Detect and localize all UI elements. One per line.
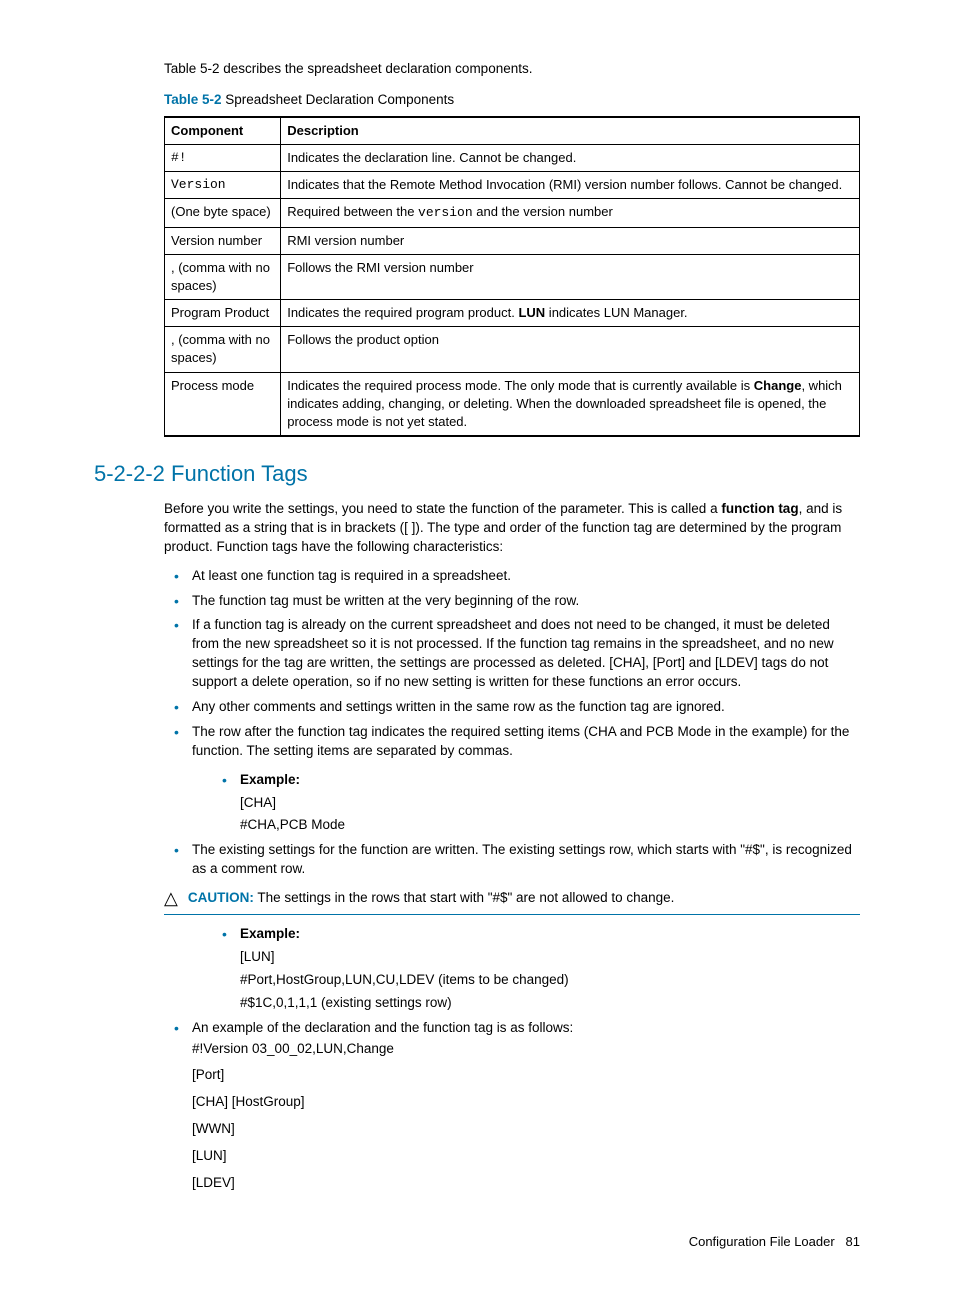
example-line: [LUN] [240,948,860,967]
table-row: (One byte space)Required between the ver… [165,199,860,227]
th-component: Component [165,117,281,145]
cell-description: Follows the product option [281,327,860,372]
caution-text: CAUTION: The settings in the rows that s… [188,889,675,908]
table-row: Program ProductIndicates the required pr… [165,300,860,327]
table-caption: Table 5-2 Spreadsheet Declaration Compon… [164,91,860,110]
section-intro: Before you write the settings, you need … [164,500,860,557]
decl-line: #!Version 03_00_02,LUN,Change [192,1040,860,1059]
list-item: Any other comments and settings written … [192,698,860,717]
cell-description: Required between the version and the ver… [281,199,860,227]
cell-component: , (comma with no spaces) [165,327,281,372]
cell-description: Indicates the required program product. … [281,300,860,327]
decl-line: [CHA] [HostGroup] [192,1093,860,1112]
cell-component: (One byte space) [165,199,281,227]
table-row: , (comma with no spaces)Follows the RMI … [165,254,860,299]
cell-component: #! [165,144,281,171]
page-footer: Configuration File Loader 81 [94,1233,860,1251]
example-line: #Port,HostGroup,LUN,CU,LDEV (items to be… [240,971,860,990]
cell-component: Program Product [165,300,281,327]
decl-line: [LUN] [192,1147,860,1166]
example-line: #CHA,PCB Mode [240,816,860,835]
list-item: The row after the function tag indicates… [192,723,860,761]
bullet-existing: The existing settings for the function a… [192,841,860,879]
table-ref: Table 5-2 [164,92,222,107]
decl-line: [WWN] [192,1120,860,1139]
decl-line: [Port] [192,1066,860,1085]
bullet-decl: An example of the declaration and the fu… [192,1019,860,1193]
decl-line: [LDEV] [192,1174,860,1193]
table-row: #!Indicates the declaration line. Cannot… [165,144,860,171]
cell-description: RMI version number [281,227,860,254]
table-row: Version numberRMI version number [165,227,860,254]
example-2-wrap: Example: [LUN]#Port,HostGroup,LUN,CU,LDE… [212,925,860,1013]
example-1-wrap: Example: [CHA]#CHA,PCB Mode [212,771,860,836]
example-line: #$1C,0,1,1,1 (existing settings row) [240,994,860,1013]
example-line: [CHA] [240,794,860,813]
list-item: The function tag must be written at the … [192,592,860,611]
cell-description: Follows the RMI version number [281,254,860,299]
cell-component: , (comma with no spaces) [165,254,281,299]
example-1: Example: [CHA]#CHA,PCB Mode [240,771,860,836]
cell-component: Process mode [165,372,281,436]
list-item: If a function tag is already on the curr… [192,616,860,692]
cell-component: Version [165,172,281,199]
table-row: , (comma with no spaces)Follows the prod… [165,327,860,372]
intro-text: Table 5-2 describes the spreadsheet decl… [164,60,860,79]
table-row: VersionIndicates that the Remote Method … [165,172,860,199]
table-row: Process modeIndicates the required proce… [165,372,860,436]
cell-description: Indicates that the Remote Method Invocat… [281,172,860,199]
components-table: Component Description #!Indicates the de… [164,116,860,437]
example-2: Example: [LUN]#Port,HostGroup,LUN,CU,LDE… [240,925,860,1013]
bullet-list-1: At least one function tag is required in… [164,567,860,761]
cell-description: Indicates the required process mode. The… [281,372,860,436]
caution-box: △ CAUTION: The settings in the rows that… [164,889,860,915]
caution-icon: △ [164,889,178,907]
th-description: Description [281,117,860,145]
cell-description: Indicates the declaration line. Cannot b… [281,144,860,171]
section-heading: 5-2-2-2 Function Tags [94,459,860,490]
bullet-list-2: The existing settings for the function a… [164,841,860,879]
table-title: Spreadsheet Declaration Components [222,92,455,107]
cell-component: Version number [165,227,281,254]
list-item: At least one function tag is required in… [192,567,860,586]
bullet-list-3: An example of the declaration and the fu… [164,1019,860,1193]
